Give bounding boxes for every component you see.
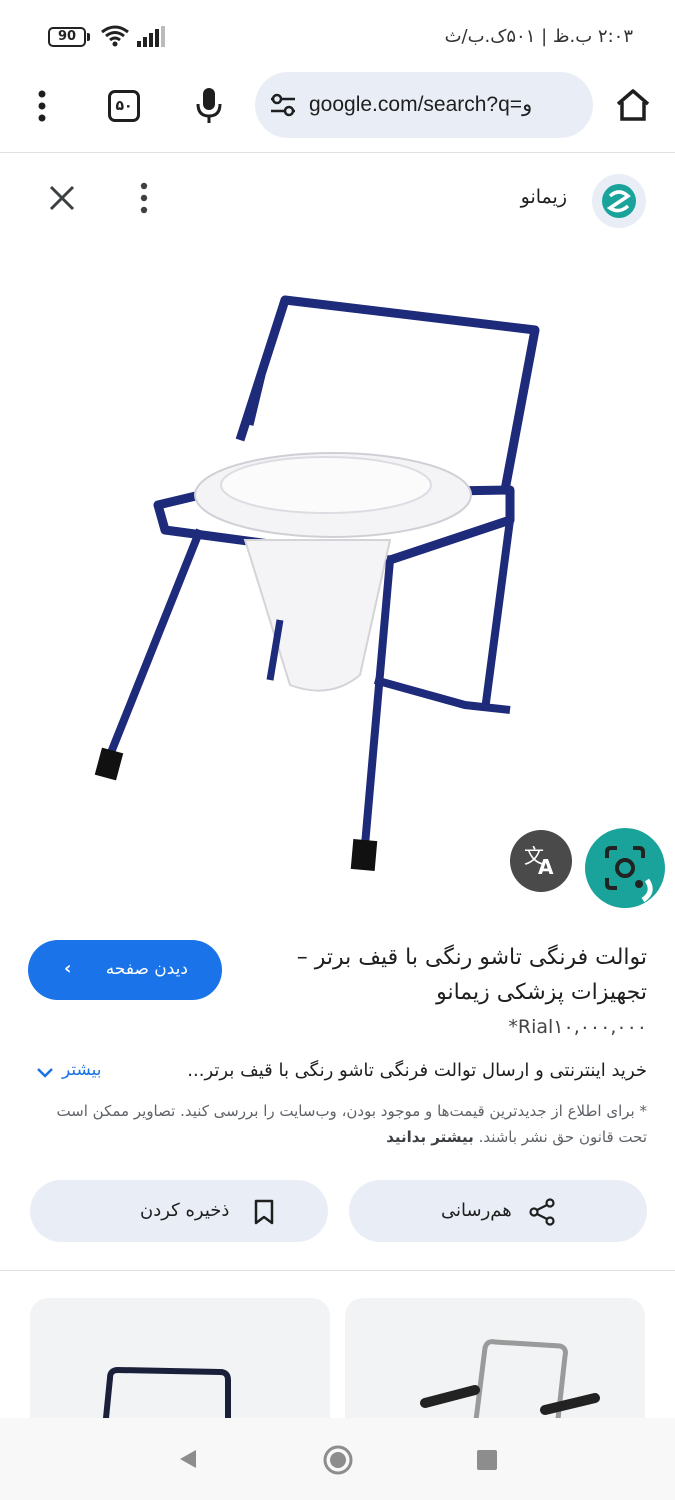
translate-button[interactable]: 文 A bbox=[510, 830, 572, 892]
svg-text:A: A bbox=[538, 855, 554, 879]
recents-icon[interactable] bbox=[477, 1450, 497, 1470]
site-logo[interactable] bbox=[592, 174, 646, 228]
disclaimer-text: * برای اطلاع از جدیدترین قیمت‌ها و موجود… bbox=[56, 1102, 647, 1146]
learn-more-link[interactable]: بیشتر بدانید bbox=[386, 1128, 474, 1146]
translate-icon: 文 A bbox=[524, 844, 554, 879]
share-button[interactable]: هم‌رسانی bbox=[349, 1180, 647, 1242]
result-panel-header: زیمانو bbox=[0, 160, 675, 240]
address-bar[interactable]: google.com/search?q=و bbox=[255, 72, 593, 138]
lens-icon bbox=[605, 846, 653, 903]
visit-page-button[interactable]: ‹ دیدن صفحه bbox=[28, 940, 222, 1000]
divider bbox=[0, 1270, 675, 1271]
more-options-icon[interactable] bbox=[130, 180, 158, 216]
product-title[interactable]: توالت فرنگی تاشو رنگی با قیف برتر – تجهی… bbox=[247, 940, 647, 1010]
snippet: خرید اینترنتی و ارسال توالت فرنگی تاشو ر… bbox=[27, 1060, 647, 1092]
chevron-left-icon: ‹ bbox=[64, 958, 72, 979]
tune-icon[interactable] bbox=[269, 92, 297, 118]
status-time: ۲:۰۳ ب.ظ | ۵۰۱ک.ب/ث bbox=[444, 26, 633, 47]
product-image[interactable] bbox=[90, 280, 560, 880]
back-icon[interactable] bbox=[178, 1448, 198, 1470]
related-result-card[interactable] bbox=[345, 1298, 645, 1428]
mic-icon[interactable] bbox=[193, 86, 225, 126]
related-thumbnail bbox=[102, 1366, 231, 1428]
home-icon[interactable] bbox=[614, 86, 652, 124]
product-price: *Rial۱۰,۰۰۰,۰۰۰ bbox=[508, 1016, 647, 1038]
save-label: ذخیره کردن bbox=[140, 1200, 230, 1221]
close-icon[interactable] bbox=[44, 180, 80, 216]
tab-switcher-button[interactable]: ۵۰ bbox=[108, 90, 140, 122]
related-result-card[interactable] bbox=[30, 1298, 330, 1428]
related-thumbnail bbox=[420, 1339, 600, 1428]
home-nav-icon[interactable] bbox=[322, 1444, 354, 1476]
battery-icon: 90 bbox=[48, 27, 86, 47]
signal-icon bbox=[137, 26, 165, 47]
system-nav-bar bbox=[0, 1418, 675, 1500]
browser-toolbar: ۵۰ google.com/search?q=و bbox=[0, 72, 675, 152]
disclaimer: * برای اطلاع از جدیدترین قیمت‌ها و موجود… bbox=[27, 1098, 647, 1150]
site-name[interactable]: زیمانو bbox=[521, 186, 567, 208]
visit-page-label: دیدن صفحه bbox=[105, 959, 188, 979]
more-link[interactable]: بیشتر bbox=[62, 1060, 102, 1080]
bookmark-icon bbox=[254, 1199, 274, 1225]
share-label: هم‌رسانی bbox=[441, 1200, 512, 1221]
divider bbox=[0, 152, 675, 153]
lens-button[interactable] bbox=[585, 828, 665, 908]
battery-level: 90 bbox=[57, 29, 77, 44]
snippet-text: خرید اینترنتی و ارسال توالت فرنگی تاشو ر… bbox=[187, 1060, 647, 1081]
wifi-icon bbox=[101, 25, 129, 47]
save-button[interactable]: ذخیره کردن bbox=[30, 1180, 328, 1242]
share-icon bbox=[529, 1198, 555, 1226]
menu-dots-icon[interactable] bbox=[28, 86, 56, 126]
status-bar: 90 ۲:۰۳ ب.ظ | ۵۰۱ک.ب/ث bbox=[0, 0, 675, 72]
url-text[interactable]: google.com/search?q=و bbox=[309, 92, 532, 117]
chevron-down-icon[interactable] bbox=[36, 1066, 54, 1080]
